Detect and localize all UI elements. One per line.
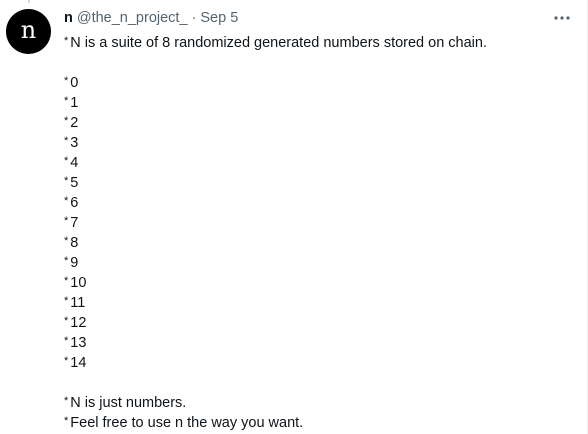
list-item: * 0: [64, 71, 574, 91]
bullet-star: *: [64, 275, 69, 287]
bullet-star: *: [64, 235, 69, 247]
bullet-star: *: [64, 255, 69, 267]
tweet-header: n @the_n_project_ · Sep 5: [64, 9, 238, 27]
list-item: * 8: [64, 231, 574, 251]
list-item-value: 5: [70, 175, 79, 191]
tweet-intro-line: * N is a suite of 8 randomized generated …: [64, 31, 574, 51]
list-item-value: 14: [70, 355, 87, 371]
list-item: * 9: [64, 251, 574, 271]
list-item: * 3: [64, 131, 574, 151]
list-item-value: 0: [70, 75, 79, 91]
list-item-value: 11: [70, 295, 86, 311]
tweet-outro-text: Feel free to use n the way you want.: [70, 415, 304, 431]
bullet-star: *: [64, 355, 69, 367]
list-item-value: 10: [70, 275, 87, 291]
bullet-star: *: [64, 415, 69, 427]
tweet-timestamp[interactable]: Sep 5: [200, 10, 238, 26]
list-item: * 2: [64, 111, 574, 131]
tweet-outro-line: * Feel free to use n the way you want.: [64, 411, 574, 431]
list-item-value: 12: [70, 315, 87, 331]
list-item: * 13: [64, 331, 574, 351]
tweet-text: * N is a suite of 8 randomized generated …: [64, 31, 574, 431]
bullet-star: *: [64, 195, 69, 207]
list-item-value: 3: [70, 135, 79, 151]
bullet-star: *: [64, 295, 69, 307]
list-item-value: 9: [70, 255, 79, 271]
avatar[interactable]: n: [6, 9, 51, 54]
bullet-star: *: [64, 35, 69, 47]
tweet-outro-line: * N is just numbers.: [64, 391, 574, 411]
bullet-star: *: [64, 335, 69, 347]
list-item-value: 13: [70, 335, 87, 351]
bullet-star: *: [64, 115, 69, 127]
list-item: * 11: [64, 291, 574, 311]
author-display-name[interactable]: n: [64, 10, 73, 26]
bullet-star: *: [64, 215, 69, 227]
bullet-star: *: [64, 75, 69, 87]
bullet-star: *: [64, 95, 69, 107]
more-options-button[interactable]: [550, 8, 574, 28]
list-item: * 12: [64, 311, 574, 331]
list-item: * 14: [64, 351, 574, 371]
list-item: * 1: [64, 91, 574, 111]
bullet-star: *: [64, 315, 69, 327]
tweet-outro-text: N is just numbers.: [70, 395, 187, 411]
list-item: * 5: [64, 171, 574, 191]
list-item-value: 7: [70, 215, 79, 231]
header-separator: ·: [191, 10, 197, 26]
author-handle[interactable]: @the_n_project_: [77, 10, 188, 26]
list-item-value: 4: [70, 155, 79, 171]
list-item-value: 1: [70, 95, 79, 111]
bullet-star: *: [64, 175, 69, 187]
more-horizontal-icon: [554, 16, 570, 20]
bullet-star: *: [64, 155, 69, 167]
list-item: * 10: [64, 271, 574, 291]
list-item: * 6: [64, 191, 574, 211]
thread-connector-line: [28, 0, 30, 3]
list-item: * 7: [64, 211, 574, 231]
tweet-intro: N is a suite of 8 randomized generated n…: [70, 35, 487, 51]
list-item: * 4: [64, 151, 574, 171]
list-item-value: 6: [70, 195, 79, 211]
list-item-value: 8: [70, 235, 79, 251]
bullet-star: *: [64, 135, 69, 147]
bullet-star: *: [64, 395, 69, 407]
list-item-value: 2: [70, 115, 79, 131]
